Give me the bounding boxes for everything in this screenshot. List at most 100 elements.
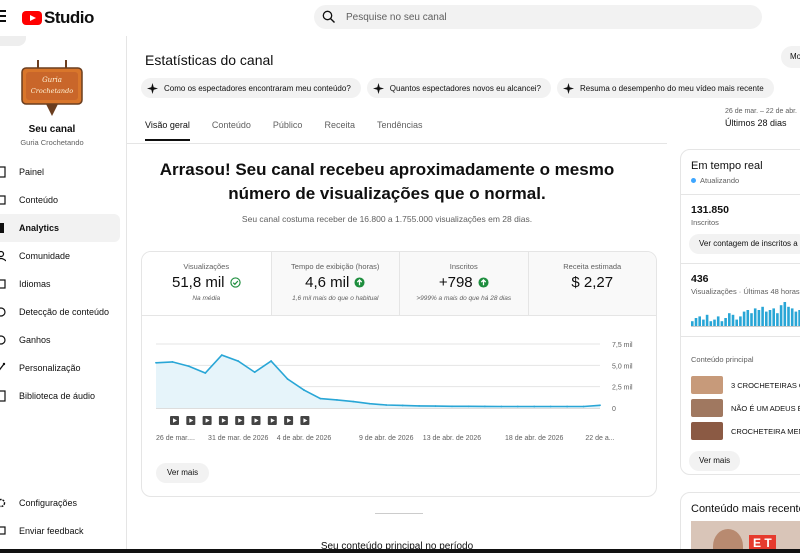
tab-visao-geral[interactable]: Visão geral	[145, 120, 190, 141]
realtime-bar	[772, 308, 775, 326]
tab-receita[interactable]: Receita	[324, 120, 355, 141]
sidebar-tab	[0, 36, 26, 46]
realtime-bar	[742, 311, 746, 326]
top-video-3[interactable]: CROCHETEIRA MENT	[691, 422, 800, 440]
realtime-bar	[728, 313, 731, 326]
realtime-bar-chart[interactable]	[691, 300, 800, 328]
realtime-title: Em tempo real	[691, 160, 763, 172]
metric-value-row: $ 2,27	[529, 274, 657, 291]
views-chart[interactable]: 7,5 mil 5,0 mil 2,5 mil 0 26 de mar.... 31 de…	[142, 332, 657, 457]
search-bar[interactable]: Pesquise no seu canal	[314, 5, 762, 29]
sidebar-item-label: Configurações	[19, 498, 78, 508]
sidebar-item-personalizacao[interactable]: Personalização	[0, 354, 120, 382]
earn-icon	[0, 335, 6, 345]
sidebar-item-label: Enviar feedback	[19, 526, 84, 536]
top-video-1[interactable]: 3 CROCHETEIRAS QU	[691, 376, 800, 394]
magic-icon	[0, 362, 6, 371]
data-point	[303, 389, 305, 391]
realtime-see-more-button[interactable]: Ver mais	[689, 451, 741, 471]
sidebar-item-label: Comunidade	[19, 251, 71, 261]
video-title: 3 CROCHETEIRAS QU	[731, 380, 800, 390]
sparkle-icon	[563, 82, 574, 94]
content-icon	[0, 195, 6, 205]
menu-icon[interactable]	[0, 10, 8, 24]
sidebar-item-biblioteca-audio[interactable]: Biblioteca de áudio	[0, 382, 120, 410]
recent-content-card: Conteúdo mais recente E T	[680, 492, 800, 553]
data-point	[582, 405, 585, 408]
realtime-bar	[768, 310, 772, 326]
avatar-text-1: Guria	[42, 76, 62, 84]
sidebar-item-analytics[interactable]: Analytics	[0, 214, 120, 242]
y-tick-label: 5,0 mil	[612, 363, 633, 370]
sidebar-item-configuracoes[interactable]: Configurações	[0, 489, 120, 517]
realtime-bar	[753, 308, 757, 326]
sidebar-item-label: Idiomas	[19, 279, 51, 289]
audio-library-icon	[0, 390, 6, 402]
headline-line-1: Arrasou! Seu canal recebeu aproximadamen…	[159, 160, 615, 179]
sidebar-item-feedback[interactable]: Enviar feedback	[0, 517, 120, 545]
metric-views[interactable]: Visualizações 51,8 mil Na média	[142, 252, 271, 315]
realtime-bar	[787, 306, 790, 326]
subscriber-count: 131.850	[691, 204, 729, 216]
data-point	[451, 405, 453, 408]
data-point	[418, 404, 421, 407]
date-range-detail[interactable]: 26 de mar. – 22 de abr.	[725, 108, 797, 115]
x-tick-label: 9 de abr. de 2026	[359, 435, 414, 442]
sidebar-item-comunidade[interactable]: Comunidade	[0, 242, 120, 270]
stats-card: Visualizações 51,8 mil Na média Tempo de…	[141, 251, 657, 497]
logo-text: Studio	[44, 8, 94, 27]
tab-publico[interactable]: Público	[273, 120, 303, 141]
sidebar-item-label: Personalização	[19, 363, 81, 373]
sidebar-item-label: Biblioteca de áudio	[19, 391, 96, 401]
realtime-bar	[720, 321, 724, 326]
sidebar-item-painel[interactable]: Painel	[0, 158, 120, 186]
metric-value-row: 51,8 mil	[142, 274, 271, 291]
check-circle-icon	[229, 277, 241, 288]
chip-label: Como os espectadores encontraram meu con…	[164, 83, 351, 93]
sidebar-item-idiomas[interactable]: Idiomas	[0, 270, 120, 298]
metric-revenue[interactable]: Receita estimada $ 2,27	[527, 252, 657, 315]
sidebar: Guria Crochetando Seu canal Guria Croche…	[0, 36, 127, 553]
tab-conteudo[interactable]: Conteúdo	[212, 120, 251, 141]
data-point	[220, 354, 223, 356]
sidebar-item-label: Ganhos	[19, 335, 51, 345]
search-input[interactable]: Pesquise no seu canal	[346, 12, 447, 23]
top-video-2[interactable]: NÃO É UM ADEUS É	[691, 399, 800, 417]
live-dot-icon	[691, 178, 696, 183]
sidebar-item-deteccao[interactable]: Detecção de conteúdo	[0, 298, 120, 326]
feedback-icon	[0, 526, 6, 535]
screen-bottom-edge	[0, 549, 800, 553]
sidebar-item-label: Conteúdo	[19, 195, 59, 205]
chip-discovery[interactable]: Como os espectadores encontraram meu con…	[141, 78, 361, 98]
chart-area	[156, 355, 600, 408]
realtime-bar	[716, 316, 720, 326]
see-more-button[interactable]: Ver mais	[156, 463, 210, 483]
studio-logo[interactable]: Studio	[22, 8, 94, 28]
chip-new-viewers[interactable]: Quantos espectadores novos eu alcancei?	[366, 78, 551, 98]
data-point	[286, 378, 289, 380]
y-tick-label: 2,5 mil	[612, 385, 633, 392]
realtime-bar	[702, 319, 705, 326]
sidebar-item-ganhos[interactable]: Ganhos	[0, 326, 120, 354]
suggestion-chips: Como os espectadores encontraram meu con…	[141, 78, 774, 98]
data-point	[352, 400, 355, 403]
metric-subscribers[interactable]: Inscritos +798 >999% a mais do que há 28…	[399, 252, 528, 315]
sparkle-icon	[147, 82, 158, 94]
more-button[interactable]: Mo	[781, 46, 800, 68]
video-thumbnail	[691, 376, 723, 394]
data-point	[155, 361, 157, 364]
arrow-up-icon	[478, 277, 489, 288]
top-content-label: Conteúdo principal	[691, 355, 754, 364]
metric-label: Tempo de exibição (horas)	[291, 262, 380, 271]
tab-tendencias[interactable]: Tendências	[377, 120, 423, 141]
subscriber-count-button[interactable]: Ver contagem de inscritos a	[689, 234, 800, 254]
sidebar-item-conteudo[interactable]: Conteúdo	[0, 186, 120, 214]
gear-icon	[0, 498, 6, 508]
youtube-logo-icon	[22, 11, 42, 25]
metric-watch-time[interactable]: Tempo de exibição (horas) 4,6 mil 1,6 mi…	[270, 252, 399, 315]
metric-note: >999% a mais do que há 28 dias	[416, 295, 512, 302]
chip-latest-video[interactable]: Resuma o desempenho do meu vídeo mais re…	[557, 78, 774, 98]
date-range-selector[interactable]: Últimos 28 dias	[725, 118, 787, 128]
realtime-bar	[765, 311, 768, 326]
channel-avatar[interactable]: Guria Crochetando	[20, 58, 84, 118]
